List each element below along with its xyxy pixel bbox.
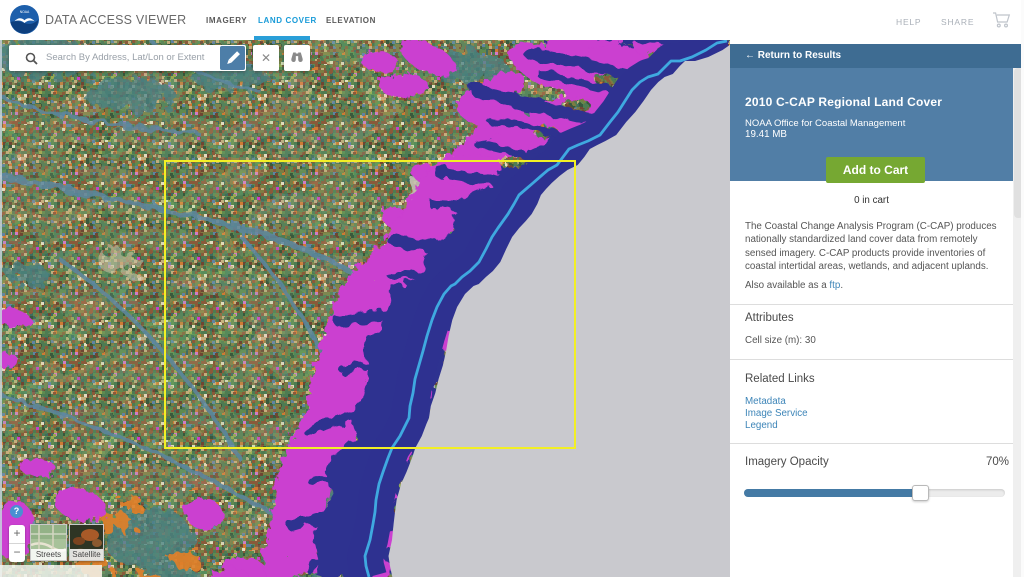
svg-text:NOAA: NOAA (20, 10, 30, 14)
